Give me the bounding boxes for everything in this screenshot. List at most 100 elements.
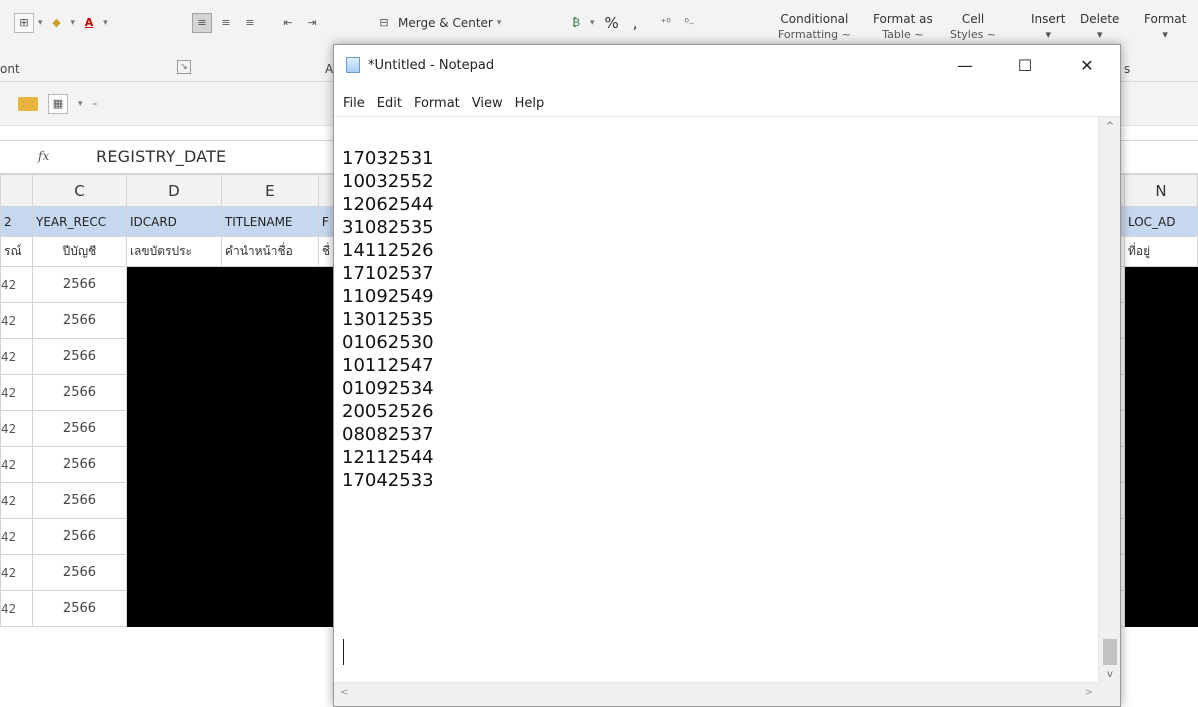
- cell[interactable]: 42: [0, 518, 33, 555]
- decrease-decimal-icon[interactable]: ⁰₋: [680, 13, 700, 33]
- redacted-cell[interactable]: [317, 590, 335, 627]
- scroll-up-icon[interactable]: ^: [1099, 121, 1121, 132]
- redacted-cell[interactable]: [1123, 554, 1198, 591]
- menu-view[interactable]: View: [472, 96, 503, 111]
- delete-button[interactable]: Delete ▾: [1080, 12, 1119, 42]
- cell[interactable]: รณ์: [0, 236, 33, 267]
- redacted-cell[interactable]: [220, 338, 319, 375]
- redacted-cell[interactable]: [125, 554, 222, 591]
- cell-year[interactable]: 2566: [31, 374, 127, 411]
- insert-button[interactable]: Insert ▾: [1031, 12, 1065, 42]
- redacted-cell[interactable]: [220, 266, 319, 303]
- cell-year-record-header[interactable]: YEAR_RECC: [31, 206, 127, 237]
- redacted-cell[interactable]: [1123, 518, 1198, 555]
- redacted-cell[interactable]: [220, 590, 319, 627]
- align-left-icon[interactable]: ≡: [192, 13, 212, 33]
- redacted-cell[interactable]: [125, 590, 222, 627]
- redacted-cell[interactable]: [1123, 374, 1198, 411]
- conditional-formatting-button[interactable]: Conditional Formatting ~: [778, 12, 851, 42]
- dialog-launcher-icon[interactable]: ↘: [177, 60, 191, 74]
- cell-styles-button[interactable]: Cell Styles ~: [950, 12, 996, 42]
- cell[interactable]: 42: [0, 374, 33, 411]
- cell-year[interactable]: 2566: [31, 302, 127, 339]
- cell-year[interactable]: 2566: [31, 554, 127, 591]
- column-header[interactable]: [317, 174, 335, 207]
- column-header-c[interactable]: C: [31, 174, 127, 207]
- cell-year[interactable]: 2566: [31, 482, 127, 519]
- scroll-down-icon[interactable]: v: [1099, 669, 1121, 680]
- close-button[interactable]: ✕: [1064, 51, 1110, 81]
- chevron-down-icon[interactable]: ▾: [103, 18, 108, 28]
- menu-format[interactable]: Format: [414, 96, 460, 111]
- cell[interactable]: 42: [0, 266, 33, 303]
- format-button[interactable]: Format ▾: [1144, 12, 1186, 42]
- cell[interactable]: 42: [0, 446, 33, 483]
- redacted-cell[interactable]: [125, 518, 222, 555]
- redacted-cell[interactable]: [317, 302, 335, 339]
- menu-edit[interactable]: Edit: [377, 96, 402, 111]
- column-header[interactable]: [0, 174, 33, 207]
- redacted-cell[interactable]: [1123, 266, 1198, 303]
- redacted-cell[interactable]: [317, 482, 335, 519]
- notepad-title-bar[interactable]: *Untitled - Notepad — ☐ ✕: [334, 45, 1120, 91]
- fx-icon[interactable]: fx: [38, 149, 49, 163]
- redacted-cell[interactable]: [1123, 410, 1198, 447]
- comma-style-button[interactable]: ,: [633, 14, 638, 32]
- redacted-cell[interactable]: [125, 266, 222, 303]
- customize-toolbar-icon[interactable]: ₌: [93, 99, 98, 109]
- scroll-left-icon[interactable]: <: [340, 687, 348, 698]
- redacted-cell[interactable]: [317, 518, 335, 555]
- scroll-right-icon[interactable]: >: [1085, 687, 1093, 698]
- redacted-cell[interactable]: [125, 446, 222, 483]
- form-icon[interactable]: ▦: [48, 93, 68, 114]
- cell-title-thai[interactable]: คำนำหน้าชื่อ: [220, 236, 319, 267]
- redacted-cell[interactable]: [220, 302, 319, 339]
- increase-decimal-icon[interactable]: ⁺⁰: [656, 13, 676, 33]
- redacted-cell[interactable]: [220, 518, 319, 555]
- cell-year-thai[interactable]: ปีบัญชี: [31, 236, 127, 267]
- vertical-scrollbar[interactable]: ^ v: [1098, 117, 1120, 684]
- cell[interactable]: 42: [0, 302, 33, 339]
- align-center-icon[interactable]: ≡: [216, 13, 236, 33]
- cell[interactable]: 42: [0, 554, 33, 591]
- fill-color-icon[interactable]: ◆: [47, 13, 67, 33]
- redacted-cell[interactable]: [317, 338, 335, 375]
- column-header-n[interactable]: N: [1123, 174, 1198, 207]
- cell-year[interactable]: 2566: [31, 266, 127, 303]
- align-right-icon[interactable]: ≡: [240, 13, 260, 33]
- redacted-cell[interactable]: [125, 410, 222, 447]
- format-as-table-button[interactable]: Format as Table ~: [873, 12, 933, 42]
- accounting-format-icon[interactable]: ₿: [566, 13, 586, 33]
- redacted-cell[interactable]: [1123, 338, 1198, 375]
- redacted-cell[interactable]: [1123, 446, 1198, 483]
- cell-year[interactable]: 2566: [31, 410, 127, 447]
- redacted-cell[interactable]: [220, 554, 319, 591]
- cell-year[interactable]: 2566: [31, 338, 127, 375]
- cell-idcard-thai[interactable]: เลขบัตรประ: [125, 236, 222, 267]
- redacted-cell[interactable]: [125, 302, 222, 339]
- borders-icon[interactable]: ⊞: [14, 13, 34, 33]
- redacted-cell[interactable]: [317, 446, 335, 483]
- cell[interactable]: 42: [0, 590, 33, 627]
- chevron-down-icon[interactable]: ▾: [590, 18, 595, 28]
- percent-style-button[interactable]: %: [605, 14, 619, 32]
- folder-icon[interactable]: [18, 96, 38, 111]
- cell[interactable]: 42: [0, 482, 33, 519]
- chevron-down-icon[interactable]: ▾: [78, 99, 83, 109]
- menu-help[interactable]: Help: [515, 96, 545, 111]
- column-header-d[interactable]: D: [125, 174, 222, 207]
- cell-year[interactable]: 2566: [31, 518, 127, 555]
- redacted-cell[interactable]: [317, 410, 335, 447]
- chevron-down-icon[interactable]: ▾: [71, 18, 76, 28]
- redacted-cell[interactable]: [1123, 482, 1198, 519]
- redacted-cell[interactable]: [1123, 302, 1198, 339]
- cell-year[interactable]: 2566: [31, 590, 127, 627]
- redacted-cell[interactable]: [317, 554, 335, 591]
- minimize-button[interactable]: —: [942, 51, 988, 81]
- notepad-text-area[interactable]: 17032531 10032552 12062544 31082535 1411…: [334, 117, 1099, 684]
- cell-loc-address-header[interactable]: LOC_AD: [1123, 206, 1198, 237]
- redacted-cell[interactable]: [1123, 590, 1198, 627]
- redacted-cell[interactable]: [317, 374, 335, 411]
- decrease-indent-icon[interactable]: ⇤: [278, 13, 298, 33]
- redacted-cell[interactable]: [220, 482, 319, 519]
